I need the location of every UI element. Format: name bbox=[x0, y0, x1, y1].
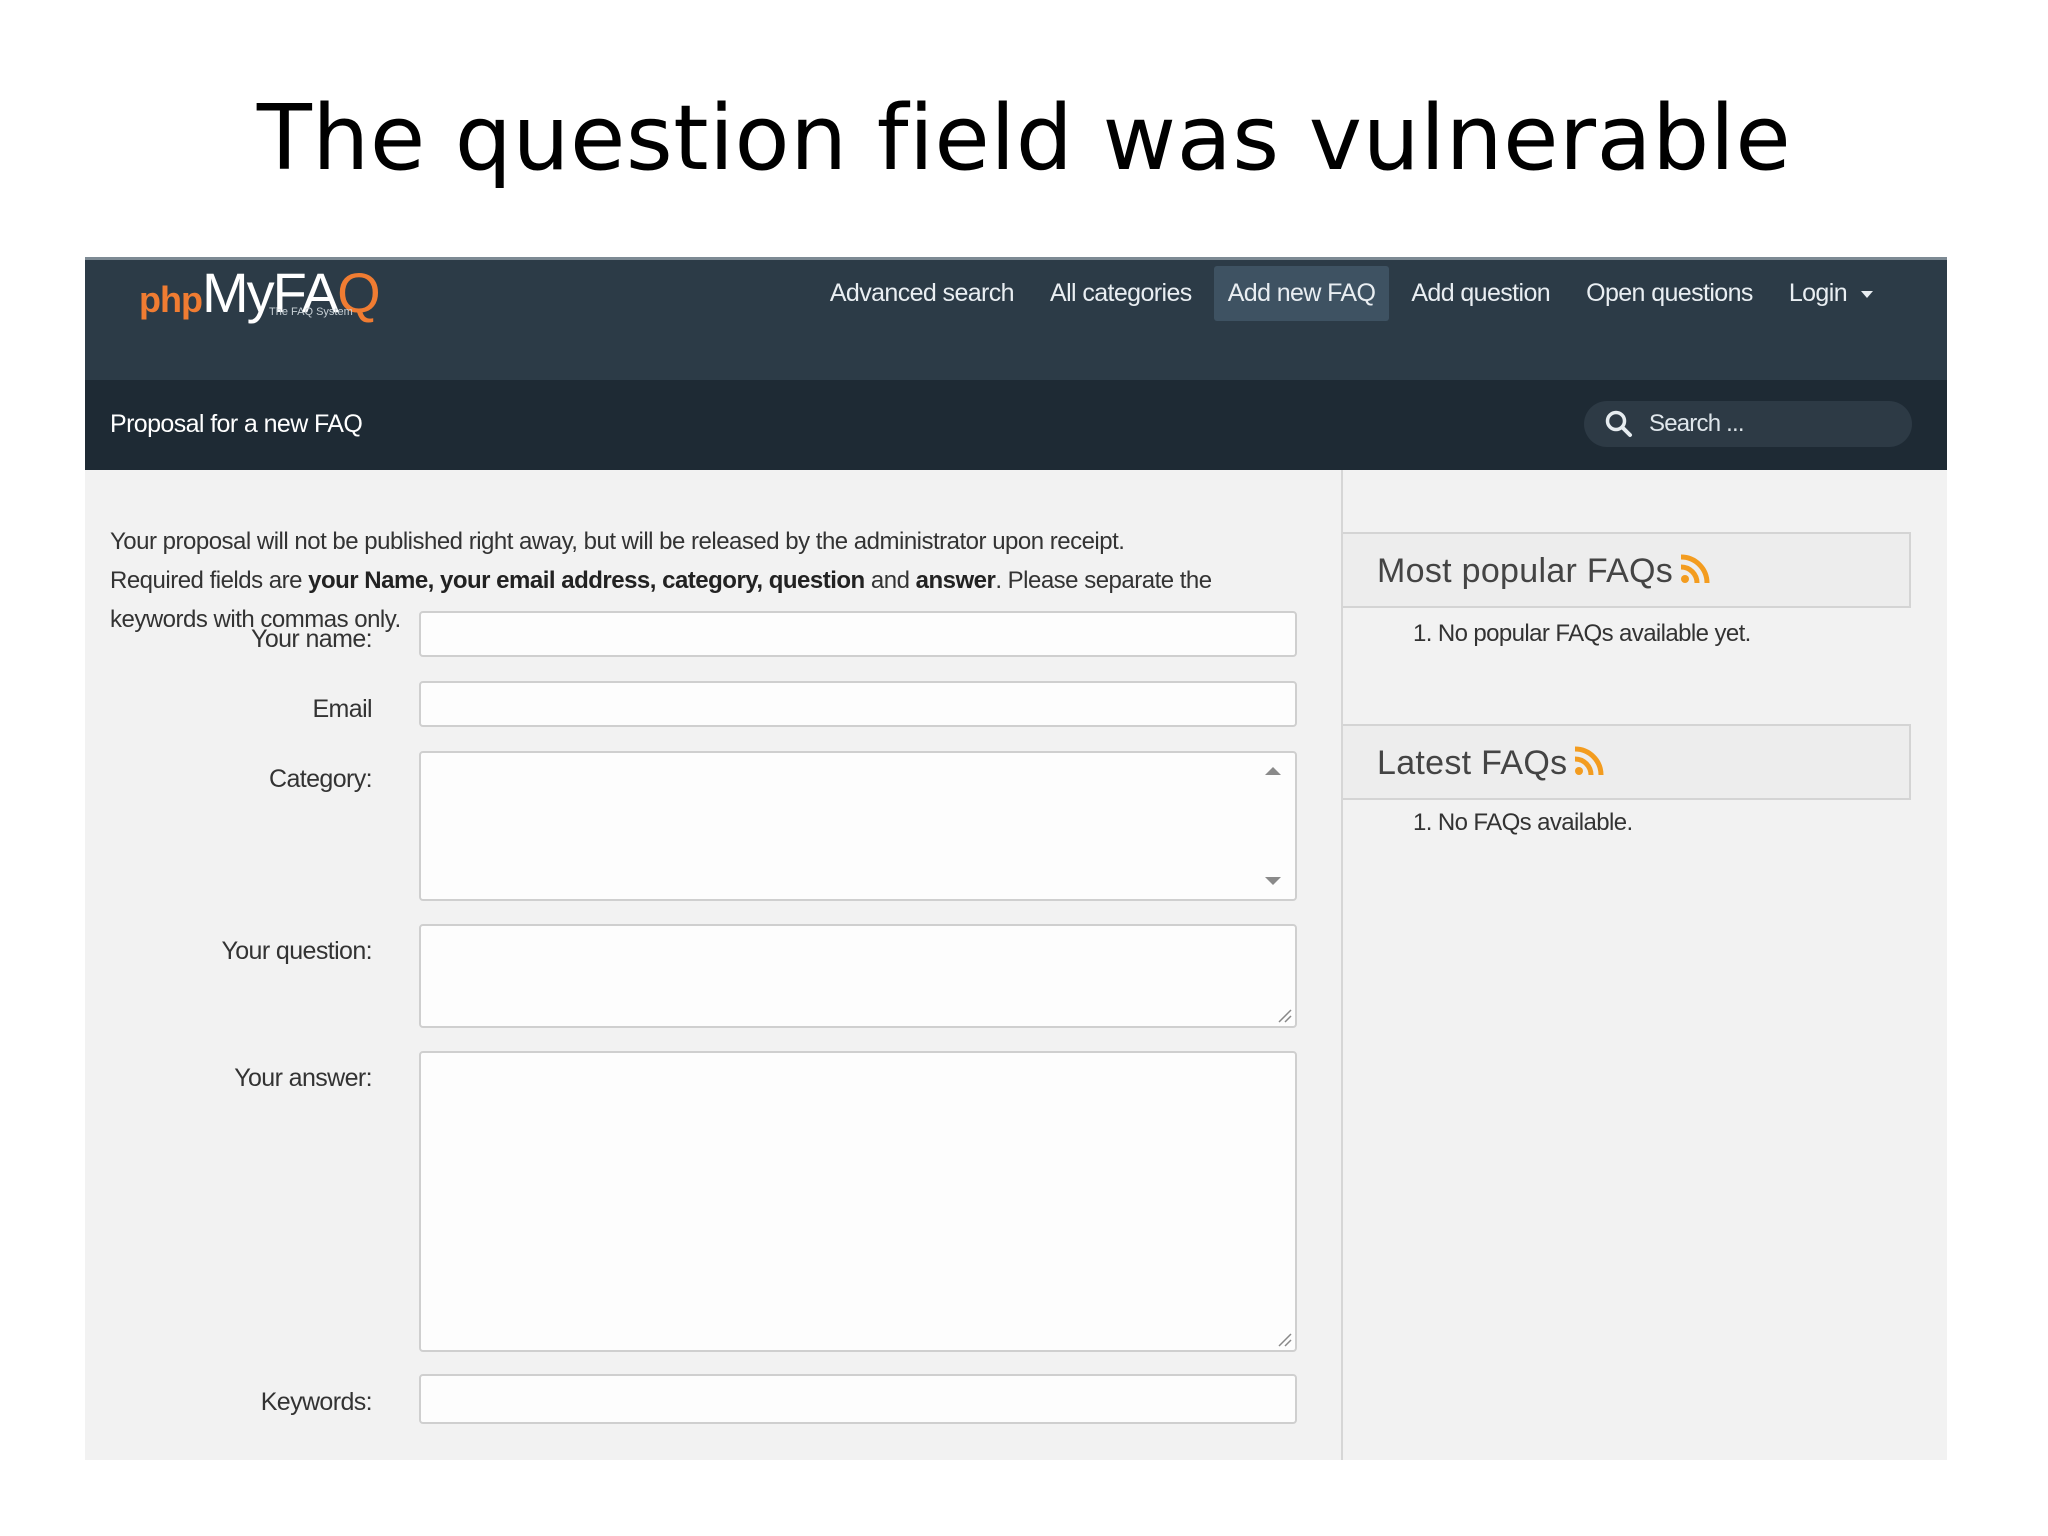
browser-screenshot: phpMyFAQ The FAQ System Advanced search … bbox=[85, 257, 1947, 1460]
page-header-bar: Proposal for a new FAQ Search ... bbox=[85, 380, 1947, 470]
rss-icon[interactable] bbox=[1679, 553, 1711, 585]
nav-add-question[interactable]: Add question bbox=[1397, 266, 1564, 321]
nav-advanced-search[interactable]: Advanced search bbox=[816, 266, 1028, 321]
proposal-form: Your proposal will not be published righ… bbox=[85, 470, 1343, 1460]
instructions-required-fields: your Name, your email address, category,… bbox=[308, 567, 865, 594]
name-label: Your name: bbox=[251, 625, 373, 653]
resize-grip-icon[interactable] bbox=[1276, 1007, 1292, 1023]
category-label: Category: bbox=[269, 765, 373, 793]
instructions-text: . Please separate the bbox=[995, 567, 1212, 594]
logo-tagline: The FAQ System bbox=[269, 306, 353, 318]
instructions-line-2: Required fields are your Name, your emai… bbox=[110, 561, 1320, 600]
answer-textarea[interactable] bbox=[419, 1051, 1297, 1352]
question-textarea[interactable] bbox=[419, 924, 1297, 1028]
nav-add-new-faq[interactable]: Add new FAQ bbox=[1213, 266, 1390, 321]
email-label: Email bbox=[312, 695, 372, 723]
main-nav: Advanced search All categories Add new F… bbox=[816, 266, 1887, 321]
latest-faqs-item: 1. No FAQs available. bbox=[1413, 809, 1633, 836]
search-input[interactable]: Search ... bbox=[1584, 401, 1912, 447]
instructions-line-1: Your proposal will not be published righ… bbox=[110, 528, 1125, 555]
keywords-field[interactable] bbox=[419, 1374, 1297, 1424]
email-field[interactable] bbox=[419, 681, 1297, 727]
latest-faqs-header: Latest FAQs bbox=[1343, 724, 1911, 800]
caret-down-icon bbox=[1861, 290, 1873, 298]
popular-faqs-item: 1. No popular FAQs available yet. bbox=[1413, 620, 1751, 647]
scroll-up-icon[interactable] bbox=[1265, 767, 1281, 775]
nav-open-questions[interactable]: Open questions bbox=[1572, 266, 1767, 321]
resize-grip-icon[interactable] bbox=[1276, 1331, 1292, 1347]
phpmyfaq-logo[interactable]: phpMyFAQ The FAQ System bbox=[139, 260, 381, 325]
scroll-down-icon[interactable] bbox=[1265, 877, 1281, 885]
search-icon bbox=[1605, 410, 1632, 437]
latest-faqs-title: Latest FAQs bbox=[1377, 744, 1568, 782]
instructions-text: and bbox=[864, 567, 916, 594]
page-title: Proposal for a new FAQ bbox=[110, 410, 363, 438]
keywords-label: Keywords: bbox=[260, 1388, 373, 1416]
nav-login-label: Login bbox=[1788, 279, 1848, 307]
popular-faqs-header: Most popular FAQs bbox=[1343, 532, 1911, 608]
answer-label: Your answer: bbox=[234, 1064, 372, 1092]
logo-php: php bbox=[139, 279, 203, 320]
search-placeholder: Search ... bbox=[1649, 410, 1745, 437]
category-select[interactable] bbox=[419, 751, 1297, 901]
name-field[interactable] bbox=[419, 611, 1297, 657]
instructions-required-answer: answer bbox=[915, 567, 996, 594]
nav-all-categories[interactable]: All categories bbox=[1036, 266, 1206, 321]
slide-title: The question field was vulnerable bbox=[256, 86, 1792, 191]
sidebar: Most popular FAQs 1. No popular FAQs ava… bbox=[1343, 470, 1947, 1460]
question-label: Your question: bbox=[221, 937, 372, 965]
top-navbar: phpMyFAQ The FAQ System Advanced search … bbox=[85, 257, 1947, 380]
popular-faqs-title: Most popular FAQs bbox=[1377, 552, 1674, 590]
rss-icon[interactable] bbox=[1573, 745, 1605, 777]
instructions-text: Required fields are bbox=[110, 567, 309, 594]
nav-login[interactable]: Login bbox=[1775, 266, 1887, 321]
